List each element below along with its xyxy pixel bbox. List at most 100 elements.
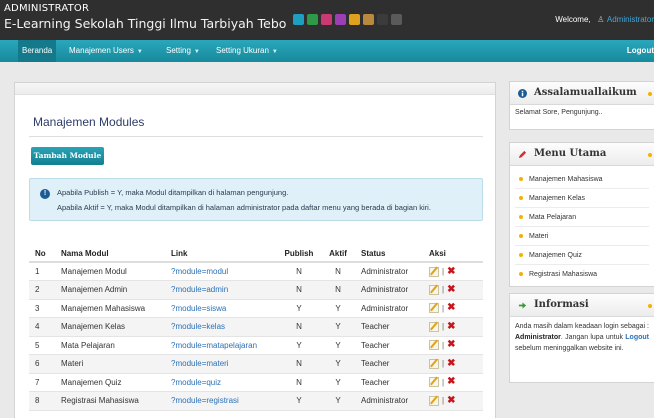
delete-icon[interactable]: ✖ xyxy=(447,377,455,387)
theme-swatches xyxy=(293,14,402,25)
menu-title: Menu Utama xyxy=(534,148,607,159)
collapse-dot-icon[interactable] xyxy=(648,304,652,308)
menu-item-label: Manajemen Kelas xyxy=(529,195,586,202)
edit-icon[interactable] xyxy=(429,266,439,277)
logout-link[interactable]: Logout xyxy=(627,46,654,55)
cell-aksi: | ✖ xyxy=(423,262,483,281)
theme-swatch[interactable] xyxy=(321,14,332,25)
nav-manajemen-users[interactable]: Manajemen Users ▼ xyxy=(69,46,143,55)
module-link[interactable]: ?module=quiz xyxy=(171,378,221,387)
bullet-icon xyxy=(519,195,523,200)
edit-icon[interactable] xyxy=(429,321,439,332)
menu-item[interactable]: Materi xyxy=(515,227,649,246)
table-row: 5 Mata Pelajaran ?module=matapelajaran Y Y Te… xyxy=(29,336,483,355)
nav-beranda[interactable]: Beranda xyxy=(18,40,57,62)
cell-publish: Y xyxy=(277,336,321,355)
table-row: 6 Materi ?module=materi N Y Teacher | ✖ xyxy=(29,354,483,374)
edit-icon[interactable] xyxy=(429,303,439,314)
menu-item[interactable]: Manajemen Quiz xyxy=(515,246,649,265)
module-link[interactable]: ?module=siswa xyxy=(171,304,226,313)
site-title[interactable]: E-Learning Sekolah Tinggi Ilmu Tarbiyah … xyxy=(4,16,286,31)
menu-item[interactable]: Registrasi Mahasiswa xyxy=(515,265,649,284)
chevron-down-icon: ▼ xyxy=(136,49,143,55)
menu-item[interactable]: Mata Pelajaran xyxy=(515,208,649,227)
informasi-text: Anda masih dalam keadaan login sebagai :… xyxy=(515,323,649,352)
nav-label: Setting Ukuran xyxy=(216,46,269,55)
menu-box-header: Menu Utama xyxy=(510,143,654,166)
menu-item[interactable]: Manajemen Mahasiswa xyxy=(515,170,649,189)
cell-aksi: | ✖ xyxy=(423,354,483,374)
nav-label: Manajemen Users xyxy=(69,46,134,55)
cell-publish: N xyxy=(277,373,321,392)
action-separator: | xyxy=(442,340,445,350)
theme-swatch[interactable] xyxy=(349,14,360,25)
edit-icon[interactable] xyxy=(429,395,439,406)
menu-list: Manajemen Mahasiswa Manajemen Kelas Mata P… xyxy=(510,166,654,288)
add-module-button[interactable]: Tambah Module xyxy=(31,147,104,165)
cell-nama-modul: Manajemen Admin xyxy=(55,280,165,300)
menu-item[interactable]: Manajemen Kelas xyxy=(515,189,649,208)
chevron-down-icon: ▼ xyxy=(193,49,200,55)
cell-link: ?module=registrasi xyxy=(165,391,277,411)
col-publish: Publish xyxy=(277,245,321,263)
module-link[interactable]: ?module=kelas xyxy=(171,322,225,331)
cell-publish: Y xyxy=(277,299,321,318)
informasi-logout-link[interactable]: Logout xyxy=(625,334,649,341)
action-separator: | xyxy=(442,285,445,295)
module-link[interactable]: ?module=materi xyxy=(171,359,229,368)
user-name-link[interactable]: Administrator xyxy=(607,15,654,24)
bullet-icon xyxy=(519,176,523,181)
info-icon: ! xyxy=(40,189,50,199)
edit-icon[interactable] xyxy=(429,284,439,295)
delete-icon[interactable]: ✖ xyxy=(447,321,455,332)
cell-aktif: Y xyxy=(321,391,355,411)
delete-icon[interactable]: ✖ xyxy=(447,395,455,406)
edit-icon[interactable] xyxy=(429,340,439,351)
page-title: Manajemen Modules xyxy=(33,115,145,129)
nav-setting-ukuran[interactable]: Setting Ukuran ▼ xyxy=(216,46,278,55)
chevron-down-icon: ▼ xyxy=(271,49,278,55)
arrow-right-icon xyxy=(518,302,527,309)
cell-aksi: | ✖ xyxy=(423,336,483,355)
nav-setting[interactable]: Setting ▼ xyxy=(166,46,200,55)
table-header-row: No Nama Modul Link Publish Aktif Status … xyxy=(29,245,483,263)
greeting-text: Selamat Sore, Pengunjung.. xyxy=(515,109,603,116)
table-row: 1 Manajemen Modul ?module=modul N N Administr… xyxy=(29,262,483,281)
cell-publish: N xyxy=(277,317,321,337)
table-row: 8 Registrasi Mahasiswa ?module=registrasi Y… xyxy=(29,391,483,411)
table-row: 7 Manajemen Quiz ?module=quiz N Y Teacher | ✖ xyxy=(29,373,483,392)
cell-nama-modul: Manajemen Modul xyxy=(55,262,165,281)
delete-icon[interactable]: ✖ xyxy=(447,266,455,277)
module-link[interactable]: ?module=matapelajaran xyxy=(171,341,257,350)
delete-icon[interactable]: ✖ xyxy=(447,284,455,295)
delete-icon[interactable]: ✖ xyxy=(447,340,455,350)
theme-swatch[interactable] xyxy=(377,14,388,25)
cell-link: ?module=kelas xyxy=(165,317,277,337)
cell-aksi: | ✖ xyxy=(423,373,483,392)
edit-icon[interactable] xyxy=(429,358,439,369)
theme-swatch[interactable] xyxy=(307,14,318,25)
theme-swatch[interactable] xyxy=(363,14,374,25)
edit-icon[interactable] xyxy=(429,377,439,388)
cell-status: Teacher xyxy=(355,373,423,392)
delete-icon[interactable]: ✖ xyxy=(447,303,455,313)
menu-item-label: Registrasi Mahasiswa xyxy=(529,271,598,278)
cell-nama-modul: Manajemen Mahasiswa xyxy=(55,299,165,318)
collapse-dot-icon[interactable] xyxy=(648,92,652,96)
cell-publish: Y xyxy=(277,391,321,411)
main-panel: Manajemen Modules Tambah Module ! Apabil… xyxy=(14,82,496,418)
module-link[interactable]: ?module=registrasi xyxy=(171,396,239,405)
informasi-box: Informasi Anda masih dalam keadaan login… xyxy=(509,293,654,383)
module-link[interactable]: ?module=modul xyxy=(171,267,228,276)
main-nav: Beranda Manajemen Users ▼ Setting ▼ Settin… xyxy=(0,40,654,62)
collapse-dot-icon[interactable] xyxy=(648,153,652,157)
theme-swatch[interactable] xyxy=(335,14,346,25)
theme-swatch[interactable] xyxy=(391,14,402,25)
user-icon: ♙ xyxy=(597,15,605,24)
action-separator: | xyxy=(442,267,445,276)
module-link[interactable]: ?module=admin xyxy=(171,285,228,294)
cell-aksi: | ✖ xyxy=(423,280,483,300)
delete-icon[interactable]: ✖ xyxy=(447,358,455,369)
cell-no: 2 xyxy=(29,280,55,300)
theme-swatch[interactable] xyxy=(293,14,304,25)
